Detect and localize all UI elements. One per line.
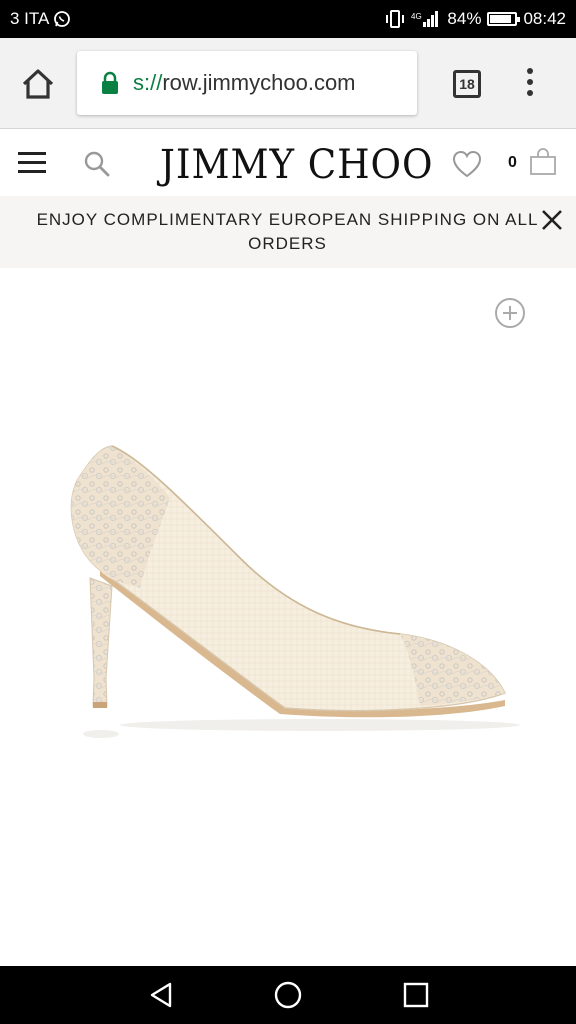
overflow-menu-icon[interactable]	[522, 68, 538, 100]
bag-count[interactable]: 0	[508, 154, 517, 172]
zoom-in-icon[interactable]	[494, 297, 526, 329]
back-icon[interactable]	[146, 980, 176, 1010]
battery-percent: 84%	[447, 9, 482, 28]
recents-icon[interactable]	[402, 981, 430, 1009]
shopping-bag-icon[interactable]	[528, 148, 558, 176]
vibrate-icon	[386, 10, 405, 28]
signal-icon: 4G	[411, 11, 439, 27]
status-left: 3 ITA	[10, 9, 71, 29]
search-icon[interactable]	[83, 150, 111, 178]
battery-icon	[487, 12, 521, 26]
battery-level	[490, 15, 511, 23]
promo-banner: ENJOY COMPLIMENTARY EUROPEAN SHIPPING ON…	[0, 196, 576, 268]
carrier-label: 3 ITA	[10, 9, 50, 28]
lock-icon	[102, 71, 118, 94]
svg-text:4G: 4G	[411, 12, 422, 21]
clock: 08:42	[523, 9, 566, 28]
promo-text: ENJOY COMPLIMENTARY EUROPEAN SHIPPING ON…	[36, 210, 539, 253]
product-image[interactable]	[60, 438, 520, 748]
close-icon[interactable]	[540, 208, 564, 232]
url-bar[interactable]: s:// row.jimmychoo.com	[77, 51, 417, 115]
site-header: JIMMY CHOO 0	[0, 130, 576, 196]
brand-logo[interactable]: JIMMY CHOO	[160, 142, 432, 188]
whatsapp-icon	[54, 11, 71, 27]
status-right: 4G 84% 08:42	[385, 9, 566, 29]
home-circle-icon[interactable]	[272, 979, 304, 1011]
url-host: row.jimmychoo.com	[162, 70, 356, 95]
url-scheme: s://	[133, 70, 163, 95]
system-nav-bar	[0, 966, 576, 1024]
home-icon[interactable]	[20, 66, 56, 102]
status-bar: 3 ITA 4G 84% 08:42	[0, 0, 576, 38]
browser-toolbar: s:// row.jimmychoo.com 18	[0, 38, 576, 129]
heart-icon[interactable]	[452, 150, 482, 178]
hamburger-menu-icon[interactable]	[18, 152, 46, 174]
tab-switcher-button[interactable]: 18	[453, 70, 481, 98]
